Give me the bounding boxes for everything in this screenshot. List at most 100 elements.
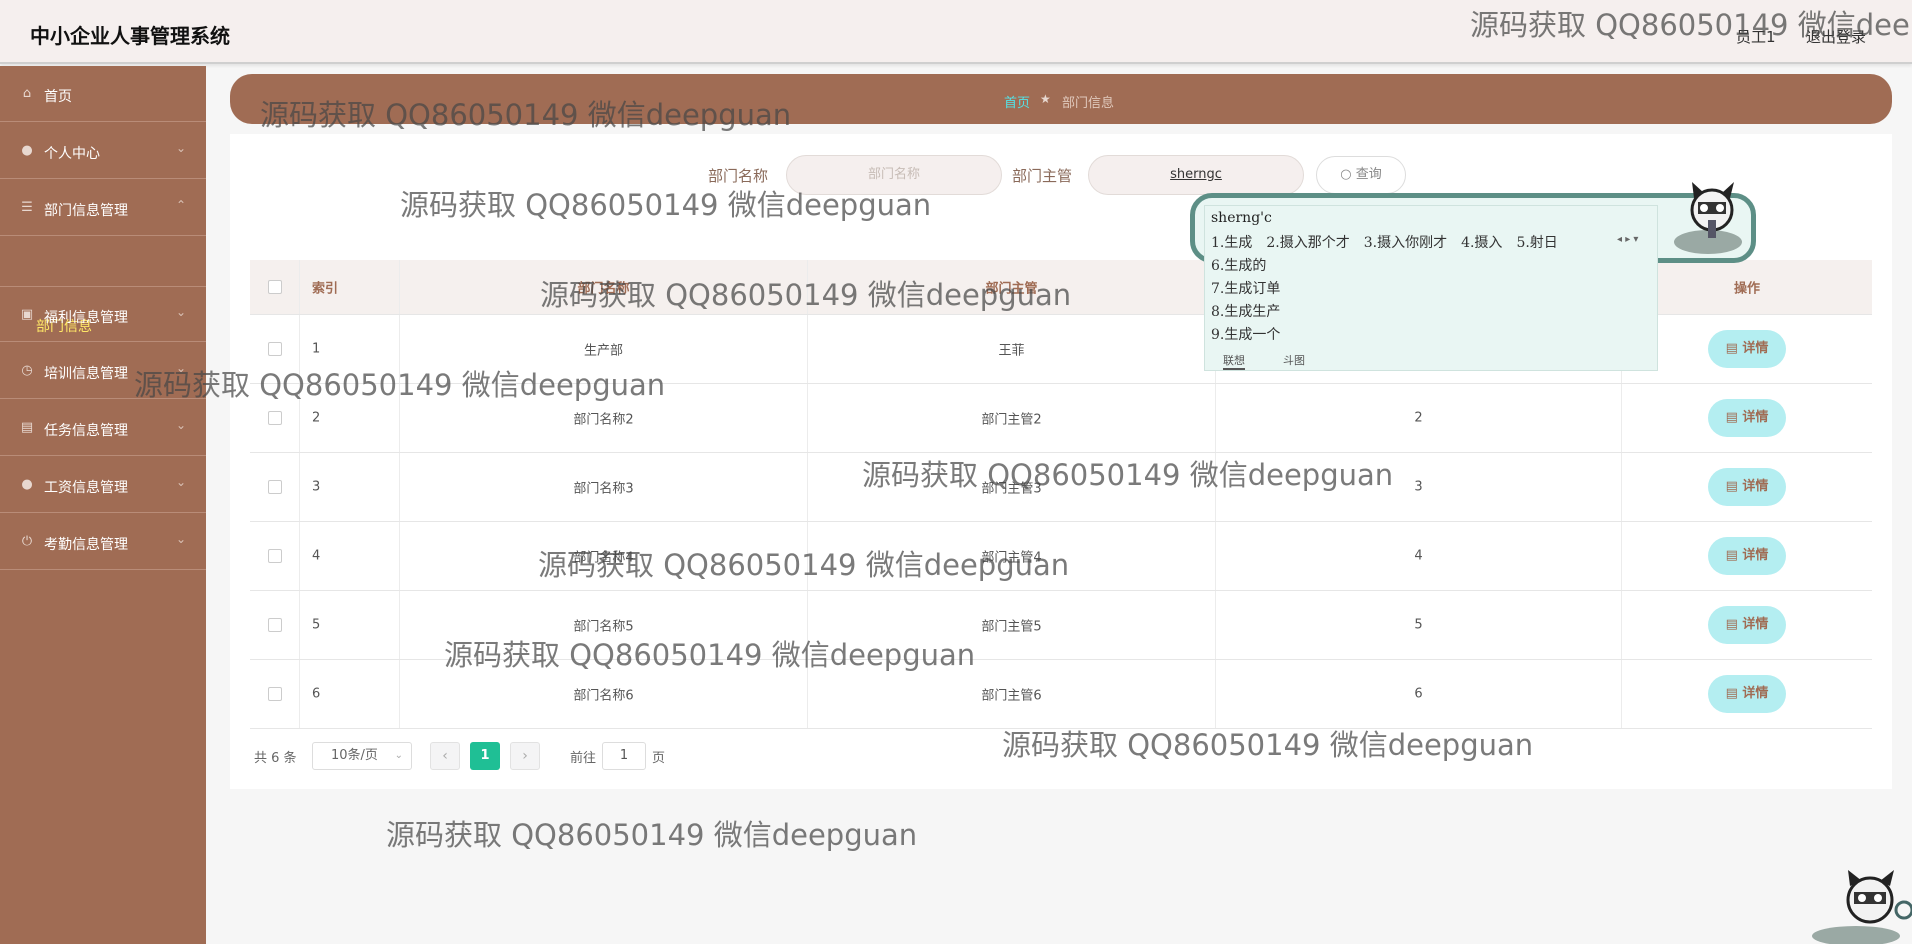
table-row: 6 部门名称6 部门主管6 6 ▤ 详情 <box>250 660 1872 729</box>
goto-page-input[interactable]: 1 <box>602 742 646 770</box>
table-row: 2 部门名称2 部门主管2 2 ▤ 详情 <box>250 384 1872 453</box>
table-row: 3 部门名称3 部门主管3 3 ▤ 详情 <box>250 453 1872 522</box>
breadcrumb <box>230 74 1892 124</box>
ime-page-arrows-icon[interactable]: ◂ ▸ ▾ <box>1617 234 1638 245</box>
ime-tab-stickers[interactable]: 斗图 <box>1283 352 1305 368</box>
row-dept-name: 部门名称3 <box>573 481 634 497</box>
table-row: 5 部门名称5 部门主管5 5 ▤ 详情 <box>250 591 1872 660</box>
row-count: 5 <box>1414 617 1423 633</box>
row-checkbox[interactable] <box>268 549 282 563</box>
search-icon: ○ <box>1340 167 1352 182</box>
row-checkbox[interactable] <box>268 618 282 632</box>
ime-candidate[interactable]: 3.摄入你刚才 <box>1364 235 1447 251</box>
row-dept-name: 部门名称4 <box>573 550 634 566</box>
corner-mascot-icon <box>1812 870 1912 944</box>
clock-icon: ◷ <box>21 363 33 378</box>
next-page-button[interactable]: › <box>510 742 540 770</box>
pagination-total: 共 6 条 <box>254 751 297 766</box>
gift-icon: ▣ <box>20 307 34 322</box>
row-manager: 部门主管2 <box>981 412 1042 428</box>
row-checkbox[interactable] <box>268 342 282 356</box>
header-dept-name: 部门名称 <box>577 281 630 297</box>
row-index: 1 <box>312 341 321 357</box>
goto-label: 前往 <box>570 751 597 766</box>
query-button-label: 查询 <box>1355 167 1382 182</box>
detail-button[interactable]: ▤ 详情 <box>1708 399 1786 437</box>
detail-button[interactable]: ▤ 详情 <box>1708 468 1786 506</box>
ime-candidate[interactable]: 7.生成订单 <box>1211 278 1280 298</box>
row-count: 2 <box>1414 410 1423 426</box>
sidebar-item-personal-center[interactable]: ● 个人中心 ⌄ <box>0 123 206 179</box>
row-dept-name: 生产部 <box>583 343 623 359</box>
ime-candidate[interactable]: 4.摄入 <box>1461 235 1502 251</box>
clipboard-icon: ▤ <box>20 420 34 435</box>
header-manager: 部门主管 <box>985 281 1038 297</box>
row-checkbox[interactable] <box>268 480 282 494</box>
breadcrumb-home[interactable]: 首页 <box>1004 92 1030 111</box>
sidebar-item-task-management[interactable]: ▤ 任务信息管理 ⌄ <box>0 400 206 456</box>
power-icon: ⏻ <box>21 534 33 549</box>
detail-button[interactable]: ▤ 详情 <box>1708 675 1786 713</box>
user-icon: ● <box>21 143 33 158</box>
row-index: 6 <box>312 686 321 702</box>
ime-mascot-icon <box>1674 182 1742 254</box>
row-count: 6 <box>1414 686 1423 702</box>
ime-candidate-row: 1.生成 2.摄入那个才 3.摄入你刚才 4.摄入 5.射日 <box>1211 232 1572 252</box>
row-dept-name: 部门名称2 <box>573 412 634 428</box>
row-index: 4 <box>312 548 321 564</box>
logout-link[interactable]: 退出登录 <box>1806 26 1866 47</box>
detail-button[interactable]: ▤ 详情 <box>1708 606 1786 644</box>
chevron-down-icon: ⌄ <box>175 475 186 489</box>
chevron-down-icon: ⌄ <box>175 532 186 546</box>
sidebar-item-label: 个人中心 <box>44 146 100 162</box>
sidebar-item-salary-management[interactable]: ● 工资信息管理 ⌄ <box>0 457 206 513</box>
ime-candidate[interactable]: 5.射日 <box>1516 235 1557 251</box>
sidebar-item-attendance-management[interactable]: ⏻ 考勤信息管理 ⌄ <box>0 514 206 570</box>
manager-label: 部门主管 <box>1012 167 1073 185</box>
row-index: 2 <box>312 410 321 426</box>
header-actions: 操作 <box>1733 281 1760 297</box>
ime-tab-association[interactable]: 联想 <box>1223 352 1245 370</box>
sidebar-item-home[interactable]: ⌂ 首页 <box>0 66 206 122</box>
chevron-down-icon: ⌄ <box>175 305 186 319</box>
ime-candidate[interactable]: 6.生成的 <box>1211 255 1266 275</box>
watermark-text: 源码获取 QQ86050149 微信deepguan <box>386 818 918 852</box>
chevron-up-icon: ⌃ <box>175 198 186 212</box>
ime-candidate[interactable]: 8.生成生产 <box>1211 301 1280 321</box>
row-index: 3 <box>312 479 321 495</box>
home-icon: ⌂ <box>22 86 32 101</box>
page-size-select[interactable]: 10条/页 ⌄ <box>312 742 412 770</box>
ime-composition: sherng'c <box>1211 210 1272 226</box>
dept-name-label: 部门名称 <box>708 167 769 185</box>
breadcrumb-current: 部门信息 <box>1062 96 1115 111</box>
manager-input[interactable]: sherngc <box>1088 155 1304 195</box>
select-all-checkbox[interactable] <box>268 280 282 294</box>
row-checkbox[interactable] <box>268 687 282 701</box>
chevron-down-icon: ⌄ <box>394 750 403 761</box>
ime-candidate[interactable]: 9.生成一个 <box>1211 324 1280 344</box>
ime-candidate[interactable]: 1.生成 <box>1211 235 1252 251</box>
user-icon: ● <box>21 477 33 492</box>
ime-candidate[interactable]: 2.摄入那个才 <box>1266 235 1349 251</box>
row-manager: 部门主管5 <box>981 619 1042 635</box>
sidebar-item-training-management[interactable]: ◷ 培训信息管理 ⌄ <box>0 343 206 399</box>
row-manager: 王菲 <box>998 343 1025 359</box>
sidebar-item-department-management[interactable]: ☰ 部门信息管理 ⌃ <box>0 180 206 236</box>
detail-button[interactable]: ▤ 详情 <box>1708 537 1786 575</box>
sidebar: ⌂ 首页 ● 个人中心 ⌄ ☰ 部门信息管理 ⌃ 部门信息 ▣ 福利信息管理 ⌄… <box>0 66 206 944</box>
detail-button[interactable]: ▤ 详情 <box>1708 330 1786 368</box>
sidebar-item-label: 考勤信息管理 <box>44 537 128 553</box>
dept-name-input[interactable]: 部门名称 <box>786 155 1002 195</box>
query-button[interactable]: ○ 查询 <box>1316 156 1406 194</box>
sidebar-item-welfare-management[interactable]: ▣ 福利信息管理 ⌄ <box>0 286 206 342</box>
prev-page-button[interactable]: ‹ <box>430 742 460 770</box>
sidebar-item-label: 部门信息管理 <box>44 203 128 219</box>
chevron-down-icon: ⌄ <box>175 141 186 155</box>
row-checkbox[interactable] <box>268 411 282 425</box>
current-user: 员工1 <box>1736 28 1776 46</box>
row-manager: 部门主管3 <box>981 481 1042 497</box>
list-icon: ☰ <box>21 200 33 215</box>
page-number-current[interactable]: 1 <box>470 742 500 770</box>
app-title: 中小企业人事管理系统 <box>30 24 230 48</box>
ime-candidate-window: sherng'c 1.生成 2.摄入那个才 3.摄入你刚才 4.摄入 5.射日 ◂ ▸ … <box>1204 205 1658 371</box>
